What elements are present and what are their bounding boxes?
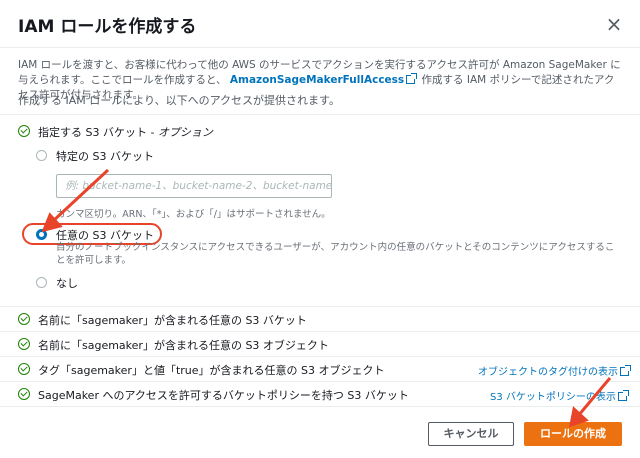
- bucket-name-input[interactable]: 例: bucket-name-1、bucket-name-2、bucket-na…: [56, 174, 332, 198]
- object-tagging-link-text[interactable]: オブジェクトのタグ付けの表示: [478, 367, 618, 378]
- check-circle-icon: [18, 125, 30, 137]
- permission-label: 名前に「sagemaker」が含まれる任意の S3 オブジェクト: [38, 339, 329, 352]
- external-link-icon: [406, 73, 418, 84]
- cancel-button[interactable]: キャンセル: [428, 422, 514, 446]
- close-icon[interactable]: ×: [604, 14, 624, 34]
- s3-section-label: 指定する S3 バケット - オプション: [38, 124, 213, 140]
- permission-row: 名前に「sagemaker」が含まれる任意の S3 バケット: [0, 306, 640, 331]
- object-tagging-link[interactable]: オブジェクトのタグ付けの表示: [478, 363, 632, 378]
- optional-label: オプション: [157, 126, 213, 139]
- s3-section-label-text: 指定する S3 バケット -: [38, 126, 158, 139]
- create-role-button[interactable]: ロールの作成: [524, 422, 622, 446]
- permission-row: タグ「sagemaker」と値「true」が含まれる任意の S3 オブジェクト …: [0, 356, 640, 381]
- check-circle-icon: [18, 338, 30, 350]
- create-iam-role-dialog: IAM ロールを作成する × IAM ロールを渡すと、お客様に代わって他の AW…: [0, 0, 640, 458]
- any-bucket-description: 自分のノートブックインスタンスにアクセスできるユーザーが、アカウント内の任意のバ…: [56, 242, 615, 266]
- bucket-policy-link-text[interactable]: S3 バケットポリシーの表示: [490, 392, 616, 403]
- input-hint: カンマ区切り。ARN、「*」、および「/」はサポートされません。: [56, 209, 331, 220]
- check-circle-icon: [18, 363, 30, 375]
- radio-none[interactable]: [36, 277, 47, 288]
- external-link-icon: [617, 390, 629, 401]
- check-circle-icon: [18, 313, 30, 325]
- bucket-policy-link[interactable]: S3 バケットポリシーの表示: [490, 388, 630, 403]
- permission-row: 名前に「sagemaker」が含まれる任意の S3 オブジェクト: [0, 331, 640, 356]
- permission-label: 名前に「sagemaker」が含まれる任意の S3 バケット: [38, 314, 307, 327]
- permission-label: タグ「sagemaker」と値「true」が含まれる任意の S3 オブジェクト: [38, 364, 385, 377]
- radio-none-label[interactable]: なし: [56, 275, 78, 291]
- footer-divider: [0, 406, 640, 407]
- dialog-header: IAM ロールを作成する ×: [0, 0, 640, 48]
- radio-specific-bucket-label[interactable]: 特定の S3 バケット: [56, 148, 154, 164]
- dialog-title: IAM ロールを作成する: [18, 17, 197, 37]
- external-link-icon: [620, 365, 631, 376]
- dialog-subtitle: 作成する IAM ロールにより、以下へのアクセスが提供されます。: [18, 94, 340, 107]
- radio-specific-bucket[interactable]: [36, 150, 47, 161]
- permission-row: SageMaker へのアクセスを許可するバケットポリシーを持つ S3 バケット…: [0, 381, 640, 406]
- check-circle-icon: [18, 388, 30, 400]
- permission-label: SageMaker へのアクセスを許可するバケットポリシーを持つ S3 バケット: [38, 389, 409, 402]
- policy-link[interactable]: AmazonSageMakerFullAccess: [230, 74, 404, 86]
